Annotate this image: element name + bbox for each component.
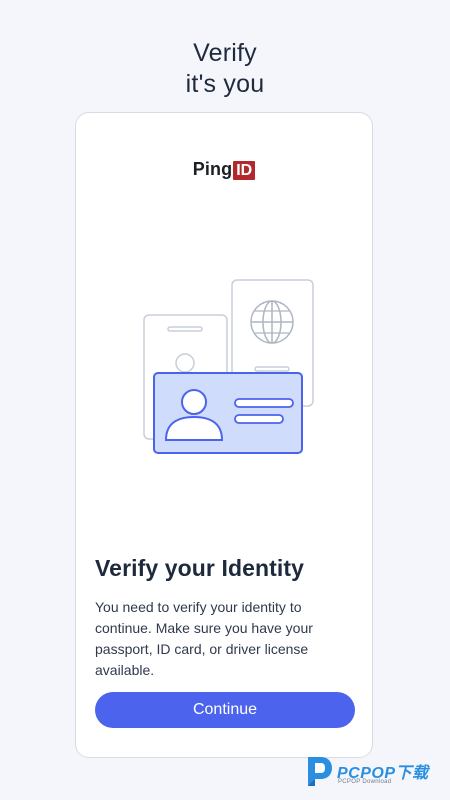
section-description: You need to verify your identity to cont…: [95, 599, 313, 678]
id-card-icon: [153, 372, 303, 454]
continue-button[interactable]: Continue: [95, 692, 355, 728]
page-title-line-1: Verify: [193, 39, 257, 67]
identity-documents-illustration: [143, 279, 314, 454]
logo-badge: ID: [233, 161, 256, 180]
pcpop-watermark: PCPOP下载 PCPOP Download: [304, 751, 446, 795]
pingid-logo: Ping ID: [76, 159, 372, 180]
section-title: Verify your Identity: [95, 555, 305, 581]
page-title: Verify it's you: [0, 38, 450, 100]
page-title-line-2: it's you: [185, 70, 265, 98]
verification-card: Ping ID Verify your Identity You need to…: [75, 112, 373, 758]
logo-text: Ping: [192, 159, 233, 179]
verify-screen: Verify it's you Ping ID Verify your Iden…: [0, 0, 450, 800]
pcpop-logo-icon: [308, 757, 332, 786]
watermark-sub: PCPOP Download: [338, 779, 392, 785]
